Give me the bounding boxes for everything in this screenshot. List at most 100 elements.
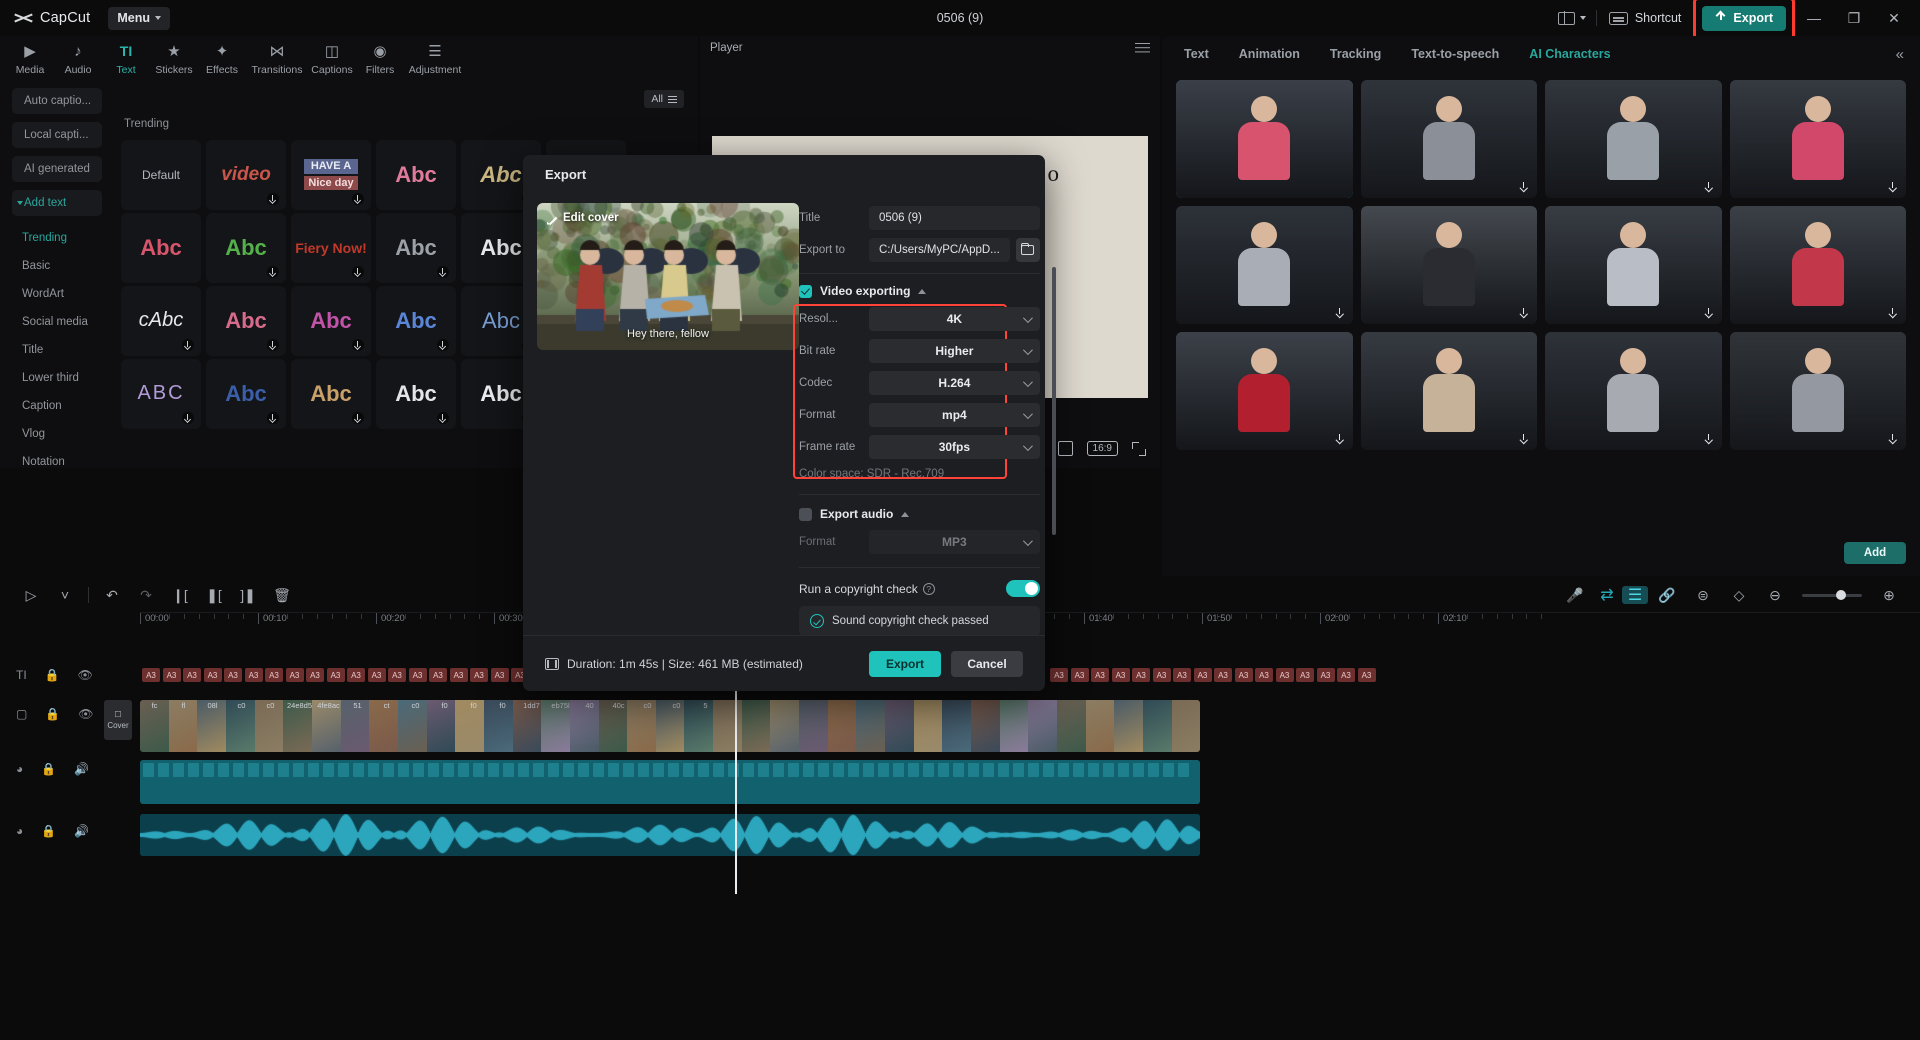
video-setting-select[interactable]: 30fps: [869, 435, 1040, 459]
text-preset-12[interactable]: cAbc: [119, 284, 203, 357]
text-clip[interactable]: A3: [1173, 668, 1191, 682]
edit-cover-button[interactable]: Edit cover: [547, 212, 619, 224]
download-icon[interactable]: [1518, 181, 1530, 193]
crop-icon[interactable]: [1058, 441, 1073, 456]
text-preset-7[interactable]: Abc: [204, 211, 288, 284]
keyframe-icon[interactable]: ◇: [1722, 578, 1756, 612]
export-audio-header[interactable]: Export audio: [799, 507, 1040, 521]
download-icon[interactable]: [182, 339, 194, 351]
video-exporting-checkbox[interactable]: [799, 285, 812, 298]
text-clip[interactable]: A3: [204, 668, 222, 682]
copyright-check-toggle[interactable]: [1006, 580, 1040, 597]
download-icon[interactable]: [352, 266, 364, 278]
category-pill-0[interactable]: Auto captio...: [12, 88, 102, 114]
text-preset-9[interactable]: Abc: [374, 211, 458, 284]
text-clip[interactable]: A3: [1091, 668, 1109, 682]
category-item-vlog[interactable]: Vlog: [22, 420, 110, 448]
ai-character-card-7[interactable]: [1730, 206, 1907, 324]
menu-button[interactable]: Menu: [108, 7, 170, 30]
ai-character-card-3[interactable]: [1730, 80, 1907, 198]
audio-format-select[interactable]: MP3: [869, 530, 1040, 554]
text-clip[interactable]: A3: [306, 668, 324, 682]
eye-icon[interactable]: 👁: [78, 707, 93, 721]
text-clip[interactable]: A3: [388, 668, 406, 682]
text-preset-20[interactable]: Abc: [289, 357, 373, 430]
text-clip[interactable]: A3: [327, 668, 345, 682]
text-preset-13[interactable]: Abc: [204, 284, 288, 357]
split-icon[interactable]: ❙[: [163, 578, 197, 612]
tab-tracking[interactable]: Tracking: [1330, 47, 1381, 61]
text-preset-0[interactable]: Default: [119, 138, 203, 211]
category-pill-1[interactable]: Local capti...: [12, 122, 102, 148]
aspect-ratio-button[interactable]: 16:9: [1087, 441, 1118, 456]
download-icon[interactable]: [267, 266, 279, 278]
download-icon[interactable]: [1703, 433, 1715, 445]
download-icon[interactable]: [437, 266, 449, 278]
lock-icon[interactable]: 🔒: [45, 668, 60, 682]
text-clip[interactable]: A3: [1112, 668, 1130, 682]
video-exporting-header[interactable]: Video exporting: [799, 284, 1040, 298]
text-preset-15[interactable]: Abc: [374, 284, 458, 357]
eye-icon[interactable]: 👁: [78, 668, 93, 682]
download-icon[interactable]: [1887, 433, 1899, 445]
tab-animation[interactable]: Animation: [1239, 47, 1300, 61]
category-item-lower-third[interactable]: Lower third: [22, 364, 110, 392]
ai-character-card-0[interactable]: [1176, 80, 1353, 198]
text-clip[interactable]: A3: [470, 668, 488, 682]
download-icon[interactable]: [437, 412, 449, 424]
fullscreen-icon[interactable]: [1132, 442, 1146, 456]
ai-character-card-6[interactable]: [1545, 206, 1722, 324]
export-audio-checkbox[interactable]: [799, 508, 812, 521]
ai-character-card-2[interactable]: [1545, 80, 1722, 198]
tool-tab-adjustment[interactable]: ☰Adjustment: [404, 42, 466, 76]
download-icon[interactable]: [437, 339, 449, 351]
tool-tab-captions[interactable]: ◫Captions: [308, 42, 356, 76]
text-clip[interactable]: A3: [265, 668, 283, 682]
zoom-in-icon[interactable]: ⊕: [1872, 578, 1906, 612]
trim-left-icon[interactable]: ❚[: [197, 578, 231, 612]
category-item-basic[interactable]: Basic: [22, 252, 110, 280]
tool-tab-stickers[interactable]: ★Stickers: [150, 42, 198, 76]
lock-icon[interactable]: 🔒: [45, 707, 60, 721]
text-preset-14[interactable]: Abc: [289, 284, 373, 357]
download-icon[interactable]: [1518, 433, 1530, 445]
tab-text[interactable]: Text: [1184, 47, 1209, 61]
audio-clip-row[interactable]: [140, 760, 1920, 816]
text-clip[interactable]: A3: [183, 668, 201, 682]
chevron-up-icon[interactable]: [918, 289, 926, 294]
video-setting-select[interactable]: H.264: [869, 371, 1040, 395]
category-item-wordart[interactable]: WordArt: [22, 280, 110, 308]
text-clip[interactable]: A3: [347, 668, 365, 682]
text-clip[interactable]: A3: [450, 668, 468, 682]
ai-character-card-11[interactable]: [1730, 332, 1907, 450]
ai-character-card-1[interactable]: [1361, 80, 1538, 198]
text-clip[interactable]: A3: [1132, 668, 1150, 682]
text-clip[interactable]: A3: [1358, 668, 1376, 682]
download-icon[interactable]: [1887, 181, 1899, 193]
hamburger-icon[interactable]: [1135, 43, 1150, 54]
text-clip[interactable]: A3: [286, 668, 304, 682]
text-preset-1[interactable]: video: [204, 138, 288, 211]
text-preset-3[interactable]: Abc: [374, 138, 458, 211]
text-clip[interactable]: A3: [1296, 668, 1314, 682]
close-button[interactable]: ✕: [1874, 0, 1914, 36]
text-clip[interactable]: A3: [368, 668, 386, 682]
speed-icon[interactable]: ☰: [1622, 586, 1648, 604]
cover-thumbnail[interactable]: Edit cover Hey there, fellow: [537, 203, 799, 350]
text-preset-21[interactable]: Abc: [374, 357, 458, 430]
tab-ai-characters[interactable]: AI Characters: [1529, 47, 1610, 61]
download-icon[interactable]: [352, 193, 364, 205]
undo-icon[interactable]: ↶: [95, 578, 129, 612]
mute-icon[interactable]: 🔊: [74, 762, 89, 776]
download-icon[interactable]: [352, 412, 364, 424]
tool-tab-transitions[interactable]: ⋈Transitions: [246, 42, 308, 76]
text-clip[interactable]: A3: [1337, 668, 1355, 682]
text-clip[interactable]: A3: [1276, 668, 1294, 682]
video-clip[interactable]: fcfl08lc0c024e8d54fe8ac51ctc0f0f0f01dd7e…: [140, 700, 1200, 752]
text-clip[interactable]: A3: [1194, 668, 1212, 682]
text-clip[interactable]: A3: [1317, 668, 1335, 682]
tool-tab-audio[interactable]: ♪Audio: [54, 42, 102, 76]
ai-character-card-4[interactable]: [1176, 206, 1353, 324]
download-icon[interactable]: [1703, 181, 1715, 193]
maximize-button[interactable]: ❐: [1834, 0, 1874, 36]
